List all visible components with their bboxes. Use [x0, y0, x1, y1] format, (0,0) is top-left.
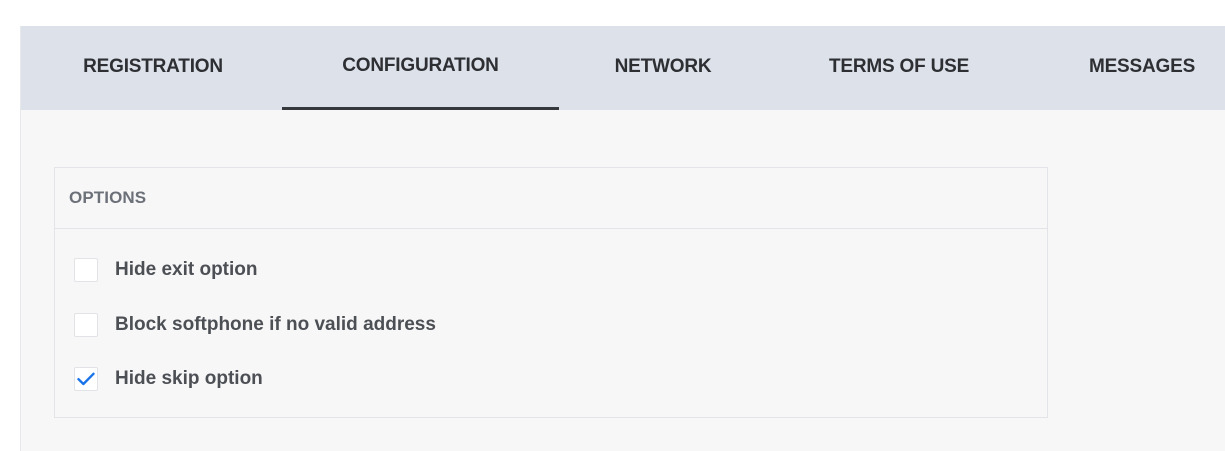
hide-skip-checkbox[interactable]	[74, 367, 98, 391]
tab-terms-of-use[interactable]: TERMS OF USE	[804, 26, 994, 110]
option-label: Block softphone if no valid address	[115, 314, 436, 335]
tab-label: CONFIGURATION	[342, 54, 499, 76]
tab-label: MESSAGES	[1088, 56, 1196, 77]
option-hide-exit[interactable]: Hide exit option	[74, 257, 258, 283]
block-softphone-checkbox[interactable]	[74, 313, 98, 337]
option-block-softphone[interactable]: Block softphone if no valid address	[74, 312, 436, 338]
options-panel-header: OPTIONS	[55, 168, 1047, 229]
tab-registration[interactable]: REGISTRATION	[54, 26, 252, 110]
tab-label: TERMS OF USE	[828, 56, 970, 77]
option-hide-skip[interactable]: Hide skip option	[74, 366, 263, 392]
tab-messages[interactable]: MESSAGES	[1070, 26, 1214, 110]
checkmark-icon	[77, 372, 95, 386]
options-panel: OPTIONS Hide exit option Block softphone…	[54, 167, 1048, 418]
tab-label: REGISTRATION	[83, 56, 223, 77]
hide-exit-checkbox[interactable]	[74, 258, 98, 282]
option-label: Hide skip option	[115, 368, 263, 389]
tab-network[interactable]: NETWORK	[598, 26, 728, 110]
tab-configuration[interactable]: CONFIGURATION	[282, 26, 559, 110]
settings-frame: REGISTRATION CONFIGURATION NETWORK TERMS…	[20, 26, 1225, 451]
panel-title: OPTIONS	[69, 188, 147, 207]
option-label: Hide exit option	[115, 259, 258, 280]
tab-bar: REGISTRATION CONFIGURATION NETWORK TERMS…	[21, 26, 1225, 110]
tab-label: NETWORK	[614, 56, 712, 77]
